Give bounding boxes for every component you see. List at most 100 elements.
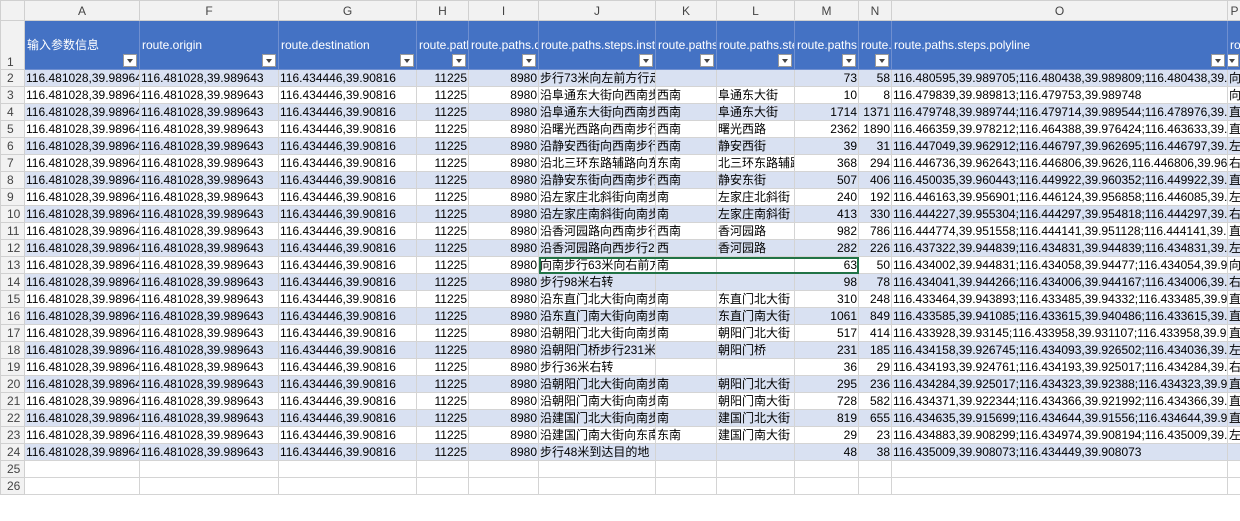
table-cell[interactable] xyxy=(858,477,892,495)
table-cell[interactable]: 向 xyxy=(1227,256,1240,274)
table-cell[interactable]: 8980 xyxy=(468,290,539,308)
header-cell[interactable]: route.paths.steps.duration xyxy=(858,20,892,70)
table-cell[interactable]: 直 xyxy=(1227,375,1240,393)
table-cell[interactable]: 南 xyxy=(655,375,717,393)
row-number[interactable]: 6 xyxy=(0,137,25,155)
table-cell[interactable]: 11225 xyxy=(416,239,469,257)
table-cell[interactable]: 左 xyxy=(1227,341,1240,359)
table-cell[interactable]: 116.434446,39.90816 xyxy=(278,86,417,104)
table-cell[interactable]: 116.434446,39.90816 xyxy=(278,205,417,223)
table-cell[interactable]: 982 xyxy=(794,222,859,240)
table-cell[interactable]: 116.435009,39.908073;116.434449,39.90807… xyxy=(891,443,1228,461)
table-cell[interactable]: 11225 xyxy=(416,222,469,240)
header-cell[interactable]: route.paths.steps.instruction xyxy=(538,20,656,70)
filter-dropdown-icon[interactable] xyxy=(262,54,276,67)
table-cell[interactable]: 建国门南大街 xyxy=(716,426,795,444)
table-cell[interactable]: 116.446163,39.956901;116.446124,39.95685… xyxy=(891,188,1228,206)
table-cell[interactable]: 11225 xyxy=(416,307,469,325)
table-cell[interactable]: 295 xyxy=(794,375,859,393)
table-cell[interactable]: 1714 xyxy=(794,103,859,121)
table-cell[interactable]: 116.434446,39.90816 xyxy=(278,137,417,155)
row-number[interactable]: 14 xyxy=(0,273,25,291)
table-cell[interactable]: 116.481028,39.989643 xyxy=(139,273,279,291)
table-cell[interactable]: 直 xyxy=(1227,171,1240,189)
table-cell[interactable] xyxy=(655,460,717,478)
filter-dropdown-icon[interactable] xyxy=(123,54,137,67)
table-cell[interactable]: 直 xyxy=(1227,222,1240,240)
table-cell[interactable] xyxy=(716,460,795,478)
table-cell[interactable]: 116.481028,39.989643 xyxy=(139,392,279,410)
table-cell[interactable]: 左 xyxy=(1227,426,1240,444)
table-cell[interactable]: 116.481028,39.989643 xyxy=(139,120,279,138)
table-cell[interactable]: 116.481028,39.989643 xyxy=(24,273,140,291)
table-cell[interactable]: 728 xyxy=(794,392,859,410)
table-cell[interactable]: 23 xyxy=(858,426,892,444)
table-cell[interactable]: 98 xyxy=(794,273,859,291)
table-cell[interactable] xyxy=(1227,460,1240,478)
table-cell[interactable]: 116.444227,39.955304;116.444297,39.95481… xyxy=(891,205,1228,223)
column-header-a[interactable]: A xyxy=(24,0,140,21)
table-cell[interactable]: 南 xyxy=(655,409,717,427)
table-cell[interactable]: 116.481028,39.989643 xyxy=(139,426,279,444)
table-cell[interactable]: 116.444774,39.951558;116.444141,39.95112… xyxy=(891,222,1228,240)
table-cell[interactable]: 11225 xyxy=(416,375,469,393)
table-cell[interactable]: 413 xyxy=(794,205,859,223)
table-cell[interactable]: 8980 xyxy=(468,120,539,138)
table-cell[interactable]: 沿静安西街向西南步行39米 xyxy=(538,137,656,155)
filter-dropdown-icon[interactable] xyxy=(700,54,714,67)
table-cell[interactable]: 11225 xyxy=(416,341,469,359)
table-cell[interactable]: 116.434041,39.944266;116.434006,39.94416… xyxy=(891,273,1228,291)
table-cell[interactable]: 116.481028,39.989643 xyxy=(24,120,140,138)
table-cell[interactable]: 116.481028,39.989643 xyxy=(139,137,279,155)
table-cell[interactable]: 116.434446,39.90816 xyxy=(278,273,417,291)
table-cell[interactable]: 11225 xyxy=(416,273,469,291)
table-cell[interactable]: 左家庄北斜街 xyxy=(716,188,795,206)
table-cell[interactable]: 8980 xyxy=(468,375,539,393)
table-cell[interactable]: 116.481028,39.989643 xyxy=(139,239,279,257)
table-cell[interactable]: 116.481028,39.989643 xyxy=(24,256,140,274)
table-cell[interactable] xyxy=(716,358,795,376)
table-cell[interactable]: 8980 xyxy=(468,103,539,121)
table-cell[interactable]: 11225 xyxy=(416,256,469,274)
table-cell[interactable]: 8980 xyxy=(468,341,539,359)
table-cell[interactable]: 阜通东大街 xyxy=(716,86,795,104)
column-header-o[interactable]: O xyxy=(891,0,1228,21)
table-cell[interactable]: 11225 xyxy=(416,443,469,461)
table-cell[interactable]: 116.434446,39.90816 xyxy=(278,290,417,308)
table-cell[interactable] xyxy=(416,477,469,495)
table-cell[interactable]: 朝阳门桥 xyxy=(716,341,795,359)
table-cell[interactable] xyxy=(24,477,140,495)
table-cell[interactable]: 116.434446,39.90816 xyxy=(278,341,417,359)
table-cell[interactable]: 东南 xyxy=(655,426,717,444)
table-cell[interactable]: 116.434446,39.90816 xyxy=(278,443,417,461)
row-number[interactable]: 10 xyxy=(0,205,25,223)
row-number[interactable]: 23 xyxy=(0,426,25,444)
table-cell[interactable]: 116.479839,39.989813;116.479753,39.98974… xyxy=(891,86,1228,104)
table-cell[interactable]: 11225 xyxy=(416,154,469,172)
table-cell[interactable]: 116.481028,39.989643 xyxy=(24,341,140,359)
table-cell[interactable]: 直 xyxy=(1227,392,1240,410)
table-cell[interactable]: 116.481028,39.989643 xyxy=(24,137,140,155)
table-cell[interactable] xyxy=(655,358,717,376)
table-cell[interactable]: 西南 xyxy=(655,171,717,189)
table-cell[interactable]: 116.434446,39.90816 xyxy=(278,120,417,138)
table-cell[interactable]: 517 xyxy=(794,324,859,342)
table-cell[interactable]: 8980 xyxy=(468,273,539,291)
filter-dropdown-icon[interactable] xyxy=(778,54,792,67)
table-cell[interactable]: 香河园路 xyxy=(716,222,795,240)
column-header-p[interactable]: P xyxy=(1227,0,1240,21)
table-cell[interactable]: 185 xyxy=(858,341,892,359)
table-cell[interactable]: 11225 xyxy=(416,86,469,104)
table-cell[interactable]: 西南 xyxy=(655,120,717,138)
table-cell[interactable]: 2362 xyxy=(794,120,859,138)
table-cell[interactable]: 沿阜通东大街向西南步行10米 xyxy=(538,86,656,104)
table-cell[interactable]: 116.481028,39.989643 xyxy=(139,358,279,376)
table-cell[interactable]: 116.434158,39.926745;116.434093,39.92650… xyxy=(891,341,1228,359)
table-cell[interactable]: 116.479748,39.989744;116.479714,39.98954… xyxy=(891,103,1228,121)
table-cell[interactable]: 沿左家庄北斜街向南步行240米 xyxy=(538,188,656,206)
table-cell[interactable] xyxy=(891,477,1228,495)
table-cell[interactable]: 1061 xyxy=(794,307,859,325)
table-cell[interactable]: 直 xyxy=(1227,307,1240,325)
table-cell[interactable]: 向 xyxy=(1227,86,1240,104)
table-cell[interactable]: 116.434883,39.908299;116.434974,39.90819… xyxy=(891,426,1228,444)
